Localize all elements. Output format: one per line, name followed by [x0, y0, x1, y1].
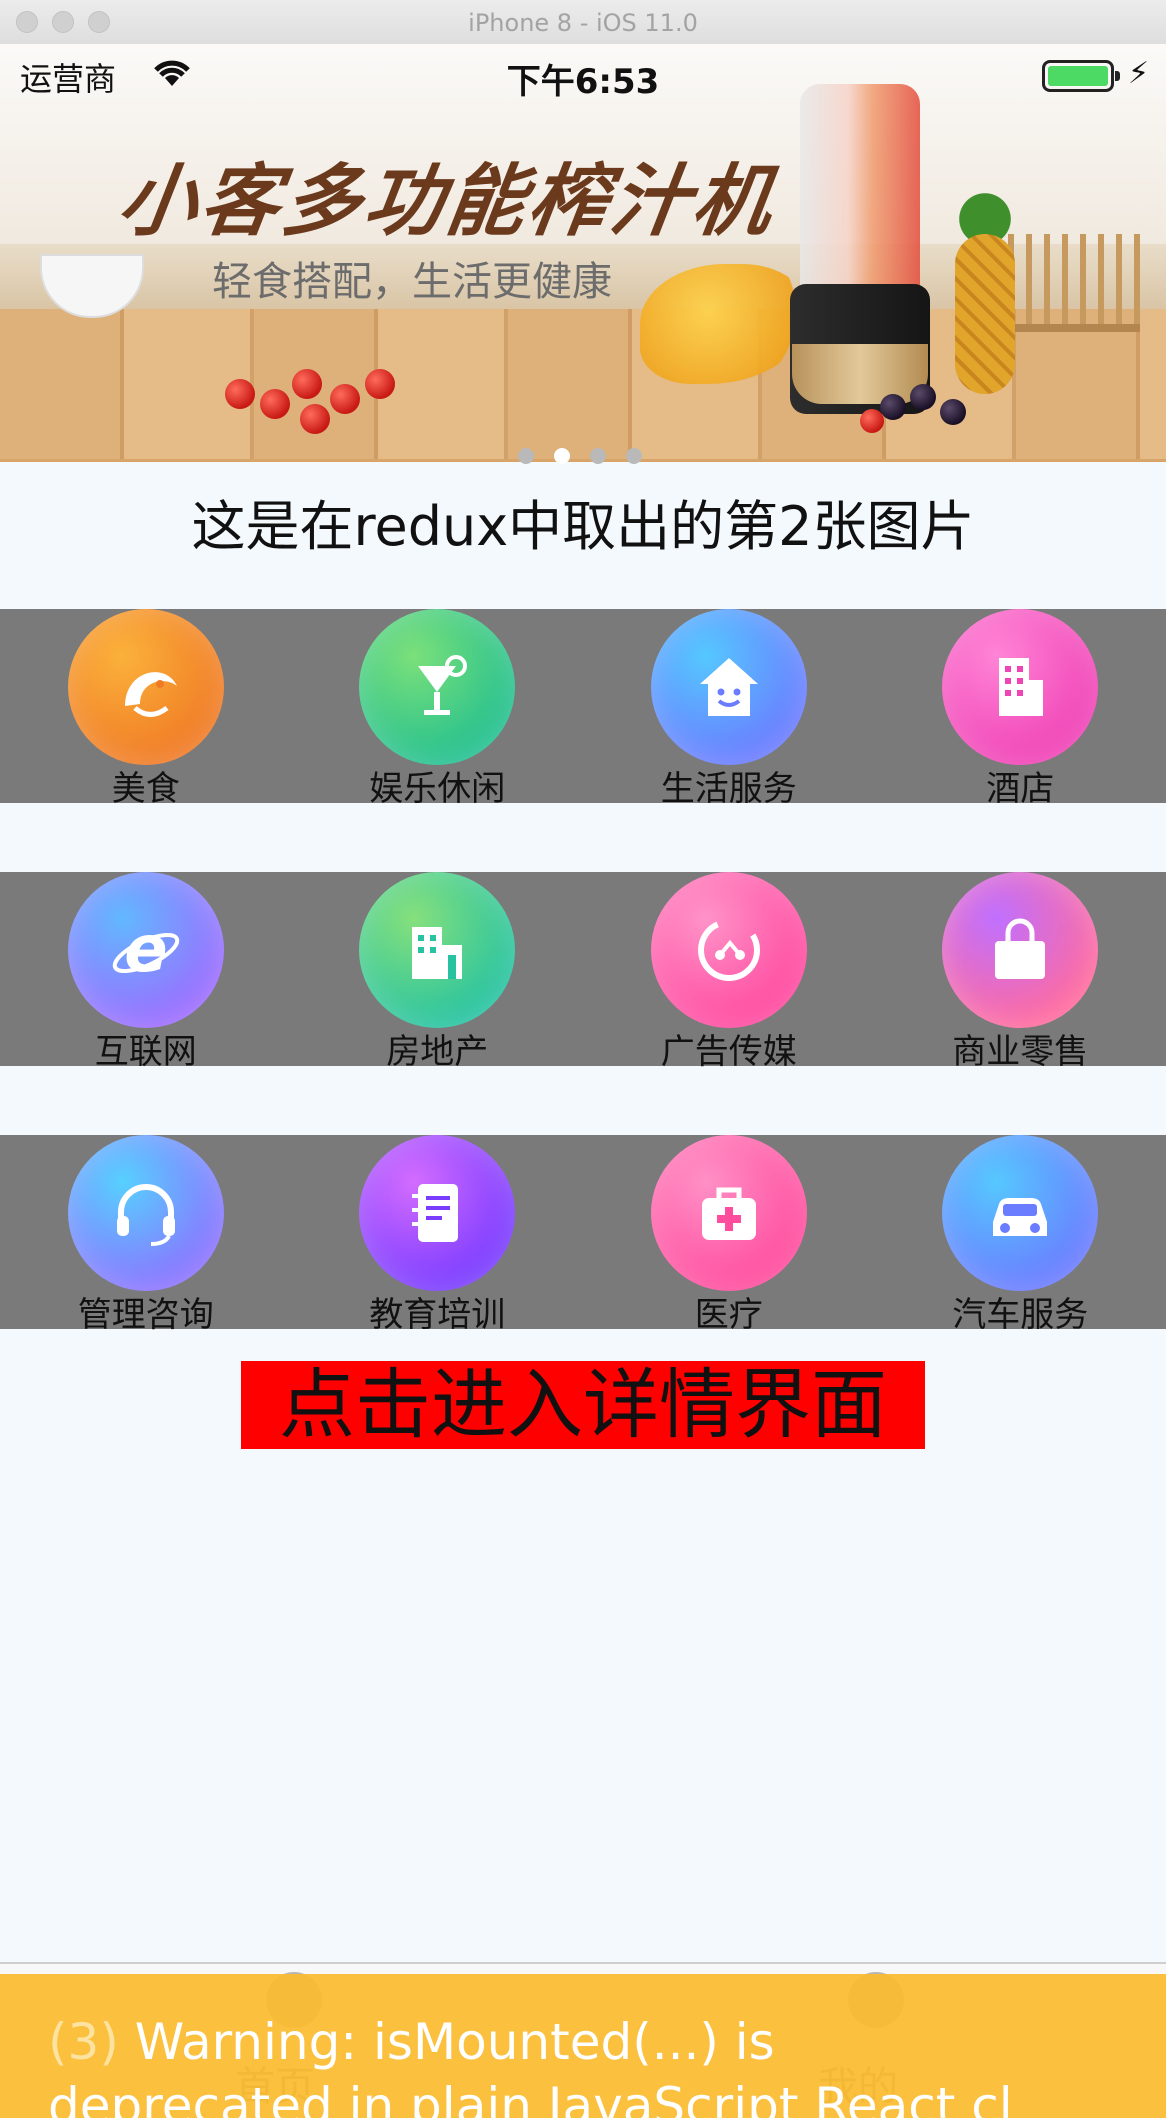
banner-carousel[interactable]: 小客多功能榨汁机 轻食搭配，生活更健康 — [0, 44, 1166, 462]
carousel-pager[interactable] — [518, 448, 642, 464]
category-label: 管理咨询 — [77, 1295, 214, 1335]
pager-dot[interactable] — [518, 448, 534, 464]
category-item[interactable]: 酒店 — [875, 609, 1166, 809]
internet-e-icon[interactable]: e — [67, 872, 224, 1028]
medical-kit-icon[interactable] — [650, 1135, 807, 1291]
tomato-image — [365, 369, 395, 399]
category-item[interactable]: e 互联网 — [0, 872, 292, 1072]
house-smile-icon[interactable] — [650, 609, 807, 765]
berry-image — [880, 394, 906, 420]
category-label: 医疗 — [694, 1295, 763, 1335]
shrimp-icon[interactable] — [67, 609, 224, 765]
charging-icon: ⚡ — [1128, 56, 1150, 91]
category-label: 生活服务 — [660, 769, 797, 809]
category-row: 美食 娱乐休闲 生活服务 酒店 — [0, 609, 1166, 809]
image-caption: 这是在redux中取出的第2张图片 — [191, 495, 975, 558]
blender-band-image — [792, 344, 928, 404]
blender-jar-image — [800, 84, 920, 294]
tomato-image — [330, 384, 360, 414]
status-bar: 运营商 下午6:53 ⚡ — [0, 44, 1166, 104]
warning-line-2: deprecated in plain JavaScript React cl — [48, 2077, 1013, 2118]
simulator-titlebar: iPhone 8 - iOS 11.0 — [0, 0, 1166, 45]
category-label: 房地产 — [386, 1032, 489, 1072]
pager-dot[interactable] — [626, 448, 642, 464]
category-label: 互联网 — [94, 1032, 197, 1072]
tomato-image — [292, 369, 322, 399]
berry-image — [940, 399, 966, 425]
tomato-image — [260, 389, 290, 419]
status-time: 下午6:53 — [506, 62, 660, 102]
category-item[interactable]: 管理咨询 — [0, 1135, 292, 1335]
warning-count: (3) — [48, 2013, 119, 2071]
cocktail-icon[interactable] — [359, 609, 516, 765]
category-label: 酒店 — [986, 769, 1055, 809]
category-row: e 互联网 房地产 广告传媒 商业零售 — [0, 872, 1166, 1072]
battery-icon — [1042, 60, 1120, 92]
category-label: 商业零售 — [952, 1032, 1089, 1072]
svg-text:e: e — [124, 913, 167, 987]
car-icon[interactable] — [942, 1135, 1099, 1291]
tomato-image — [225, 379, 255, 409]
category-label: 美食 — [111, 769, 180, 809]
berry-image — [860, 409, 884, 433]
category-label: 娱乐休闲 — [369, 769, 506, 809]
warning-message: Warning: isMounted(...) is — [134, 2013, 775, 2071]
category-item[interactable]: 商业零售 — [875, 872, 1166, 1072]
warning-line-1: (3) Warning: isMounted(...) is — [48, 2010, 1166, 2074]
window-title: iPhone 8 - iOS 11.0 — [468, 9, 698, 37]
category-row: 管理咨询 教育培训 医疗 汽车服务 — [0, 1135, 1166, 1335]
category-item[interactable]: 教育培训 — [292, 1135, 584, 1335]
real-estate-icon[interactable] — [359, 872, 516, 1028]
berry-image — [910, 384, 936, 410]
media-icon[interactable] — [650, 872, 807, 1028]
pager-dot-active[interactable] — [554, 448, 570, 464]
building-icon[interactable] — [942, 609, 1099, 765]
category-item[interactable]: 美食 — [0, 609, 292, 809]
category-item[interactable]: 广告传媒 — [583, 872, 875, 1072]
yellowbox-warning[interactable]: (3) Warning: isMounted(...) is deprecate… — [0, 1974, 1166, 2118]
category-label: 教育培训 — [369, 1295, 506, 1335]
shopping-bag-icon[interactable] — [942, 872, 1099, 1028]
tomato-image — [300, 404, 330, 434]
category-label: 广告传媒 — [660, 1032, 797, 1072]
category-item[interactable]: 医疗 — [583, 1135, 875, 1335]
pager-dot[interactable] — [590, 448, 606, 464]
category-item[interactable]: 汽车服务 — [875, 1135, 1166, 1335]
headset-icon[interactable] — [67, 1135, 224, 1291]
category-label: 汽车服务 — [952, 1295, 1089, 1335]
category-item[interactable]: 娱乐休闲 — [292, 609, 584, 809]
notebook-icon[interactable] — [359, 1135, 516, 1291]
category-item[interactable]: 房地产 — [292, 872, 584, 1072]
detail-button[interactable]: 点击进入详情界面 — [241, 1361, 925, 1449]
category-item[interactable]: 生活服务 — [583, 609, 875, 809]
device-screen: 小客多功能榨汁机 轻食搭配，生活更健康 运营商 下午6:53 ⚡ 这是在redu… — [0, 44, 1166, 2118]
banner-headline: 小客多功能榨汁机 — [112, 156, 782, 247]
pineapple-image — [955, 234, 1015, 394]
banner-subline: 轻食搭配，生活更健康 — [212, 259, 612, 305]
